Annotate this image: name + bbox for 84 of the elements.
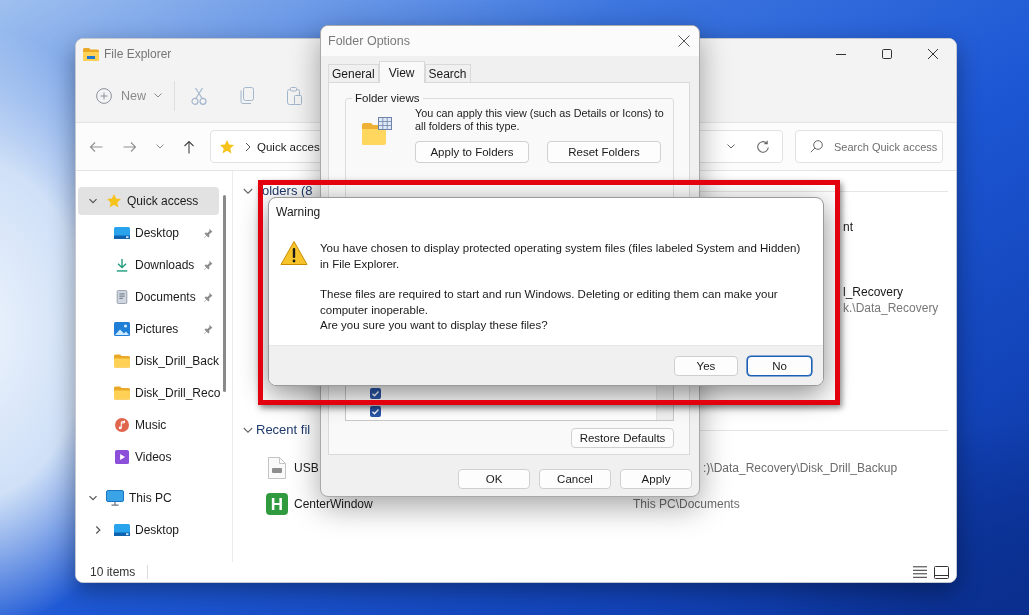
- chevron-right-icon[interactable]: [93, 525, 103, 535]
- sidebar-item[interactable]: Disk_Drill_Back: [78, 347, 219, 375]
- tiles-view-icon[interactable]: [934, 565, 949, 579]
- folder-views-icon: [362, 117, 392, 145]
- chevron-down-icon[interactable]: [243, 425, 253, 435]
- pin-icon[interactable]: [203, 260, 213, 270]
- sidebar-item[interactable]: Quick access: [78, 187, 219, 215]
- dialog-button[interactable]: Cancel: [539, 469, 611, 489]
- chevron-right-icon[interactable]: [245, 141, 251, 152]
- sidebar-item[interactable]: Downloads: [78, 251, 219, 279]
- folder-icon: [114, 354, 130, 368]
- folder-views-description: You can apply this view (such as Details or Icons) to all folders of this type.: [415, 107, 665, 133]
- file-name[interactable]: CenterWindow: [294, 497, 633, 511]
- checkbox[interactable]: [370, 387, 381, 399]
- app-icon: H: [266, 493, 288, 515]
- tab[interactable]: View: [378, 61, 425, 83]
- group-label: Folder views: [354, 91, 421, 106]
- chevron-down-icon: [154, 93, 162, 98]
- folder-icon: [83, 47, 99, 61]
- video-icon: [114, 450, 130, 464]
- chevron-down-icon[interactable]: [88, 196, 98, 206]
- chevron-down-icon[interactable]: [156, 144, 164, 149]
- pin-icon[interactable]: [203, 292, 213, 302]
- folder-icon: [114, 386, 130, 400]
- download-icon: [114, 258, 130, 272]
- sidebar-item[interactable]: Disk_Drill_Reco: [78, 379, 219, 407]
- star-icon: [219, 138, 235, 155]
- monitor-icon: [114, 523, 130, 537]
- sidebar-item[interactable]: Desktop: [78, 516, 219, 544]
- dialog-button[interactable]: Yes: [674, 355, 738, 376]
- folder-views-button[interactable]: Reset Folders: [547, 141, 661, 163]
- folder-name[interactable]: l_Recovery: [843, 285, 904, 299]
- pin-icon[interactable]: [203, 324, 213, 334]
- folder-name[interactable]: nt: [843, 220, 853, 234]
- sidebar-item[interactable]: Desktop: [78, 219, 219, 247]
- plus-circle-icon: [96, 87, 112, 104]
- search-field[interactable]: Search Quick access: [795, 130, 943, 163]
- chevron-down-icon[interactable]: [243, 186, 253, 196]
- search-icon: [810, 140, 823, 153]
- pin-icon[interactable]: [203, 228, 213, 238]
- item-count: 10 items: [90, 565, 136, 579]
- music-note-icon: [114, 418, 130, 432]
- sidebar-item[interactable]: This PC: [78, 484, 219, 512]
- sidebar-item[interactable]: Pictures: [78, 315, 219, 343]
- minimize-icon[interactable]: [836, 53, 846, 55]
- warning-message: You have chosen to display protected operating system files (files labeled System and Hidden) in File Explorer.: [320, 241, 802, 272]
- details-view-icon[interactable]: [913, 566, 927, 578]
- warning-message: Are you sure you want to display these files?: [320, 318, 549, 333]
- up-arrow-icon[interactable]: [183, 139, 195, 154]
- warning-icon: [280, 240, 308, 266]
- warning-message: These files are required to start and run Windows. Deleting or editing them can make your computer inoperable.: [320, 287, 779, 318]
- tab[interactable]: General: [328, 64, 379, 82]
- document-icon: [114, 290, 130, 304]
- computer-icon: [106, 490, 124, 506]
- checkbox[interactable]: [370, 405, 381, 417]
- maximize-icon[interactable]: [882, 49, 892, 59]
- folder-views-button[interactable]: Apply to Folders: [415, 141, 529, 163]
- clipboard-icon[interactable]: [287, 86, 302, 105]
- restore-defaults-button[interactable]: Restore Defaults: [571, 428, 674, 448]
- folder-path: k.\Data_Recovery: [843, 301, 939, 315]
- sidebar-item[interactable]: Videos: [78, 443, 219, 471]
- sidebar-item[interactable]: Music: [78, 411, 219, 439]
- section-title: Recent fil: [256, 424, 311, 436]
- chevron-down-icon[interactable]: [88, 493, 98, 503]
- section-title: olders (8: [262, 185, 313, 197]
- refresh-icon[interactable]: [756, 139, 770, 154]
- close-icon[interactable]: [678, 35, 690, 47]
- monitor-icon: [114, 226, 130, 240]
- dialog-button[interactable]: Apply: [620, 469, 692, 489]
- chevron-down-icon[interactable]: [727, 144, 735, 149]
- file-location: :)\Data_Recovery\Disk_Drill_Backup: [703, 461, 898, 475]
- file-location: This PC\Documents: [633, 497, 740, 511]
- dialog-title: Warning: [276, 205, 321, 219]
- sidebar-item[interactable]: Documents: [78, 283, 219, 311]
- tab[interactable]: Search: [424, 64, 471, 82]
- close-icon[interactable]: [928, 49, 938, 59]
- dialog-button[interactable]: No: [747, 355, 812, 376]
- picture-icon: [114, 322, 130, 336]
- dialog-button[interactable]: OK: [458, 469, 530, 489]
- dialog-title: Folder Options: [328, 34, 410, 48]
- file-icon: [268, 457, 286, 479]
- sidebar-scrollbar[interactable]: [223, 195, 226, 392]
- window-title: File Explorer: [104, 47, 172, 61]
- star-icon: [106, 193, 122, 209]
